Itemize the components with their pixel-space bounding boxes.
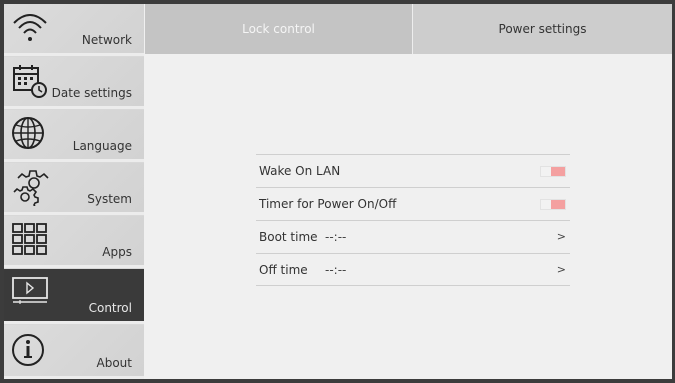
sidebar-item-apps[interactable]: Apps: [4, 216, 144, 268]
sidebar-item-language[interactable]: Language: [4, 110, 144, 162]
sidebar-item-control[interactable]: Control: [4, 269, 144, 324]
apps-grid-icon: [10, 221, 50, 259]
sidebar-item-about[interactable]: About: [4, 325, 144, 379]
sidebar-item-date-settings[interactable]: Date settings: [4, 57, 144, 109]
tab-bar: Lock control Power settings: [145, 4, 672, 54]
calendar-clock-icon: [10, 62, 50, 100]
globe-icon: [10, 115, 50, 153]
tab-label: Power settings: [498, 22, 587, 36]
tab-power-settings[interactable]: Power settings: [413, 4, 672, 54]
toggle-knob: [551, 167, 565, 176]
tab-label: Lock control: [242, 22, 315, 36]
sidebar-item-system[interactable]: System: [4, 163, 144, 215]
chevron-right-icon: >: [556, 263, 566, 276]
sidebar-item-label: Network: [81, 33, 132, 47]
sidebar: Network Date settings Language System Ap…: [4, 4, 144, 379]
off-time-value: --:--: [325, 263, 347, 277]
power-settings-panel: Wake On LAN Timer for Power On/Off Boot …: [145, 54, 672, 379]
tab-lock-control[interactable]: Lock control: [145, 4, 412, 54]
gears-icon: [10, 168, 50, 209]
chevron-right-icon: >: [556, 230, 566, 243]
sidebar-item-network[interactable]: Network: [4, 4, 144, 56]
sidebar-item-label: System: [87, 192, 132, 206]
timer-power-row: Timer for Power On/Off: [256, 187, 570, 220]
setting-label: Off time: [259, 263, 308, 277]
boot-time-value: --:--: [325, 230, 347, 244]
info-icon: [10, 330, 50, 368]
wake-on-lan-toggle[interactable]: [540, 166, 566, 177]
setting-label: Timer for Power On/Off: [259, 197, 397, 211]
timer-power-toggle[interactable]: [540, 199, 566, 210]
display-play-icon: [10, 274, 50, 312]
wake-on-lan-row: Wake On LAN: [256, 154, 570, 187]
off-time-row[interactable]: Off time --:-- >: [256, 253, 570, 286]
toggle-knob: [551, 200, 565, 209]
sidebar-item-label: Control: [88, 301, 132, 315]
sidebar-item-label: Apps: [102, 245, 132, 259]
wifi-icon: [10, 9, 50, 47]
sidebar-item-label: Language: [72, 139, 132, 153]
settings-list: Wake On LAN Timer for Power On/Off Boot …: [256, 154, 570, 286]
boot-time-row[interactable]: Boot time --:-- >: [256, 220, 570, 253]
setting-label: Wake On LAN: [259, 164, 341, 178]
sidebar-item-label: Date settings: [51, 86, 132, 100]
setting-label: Boot time: [259, 230, 318, 244]
sidebar-item-label: About: [96, 356, 132, 370]
